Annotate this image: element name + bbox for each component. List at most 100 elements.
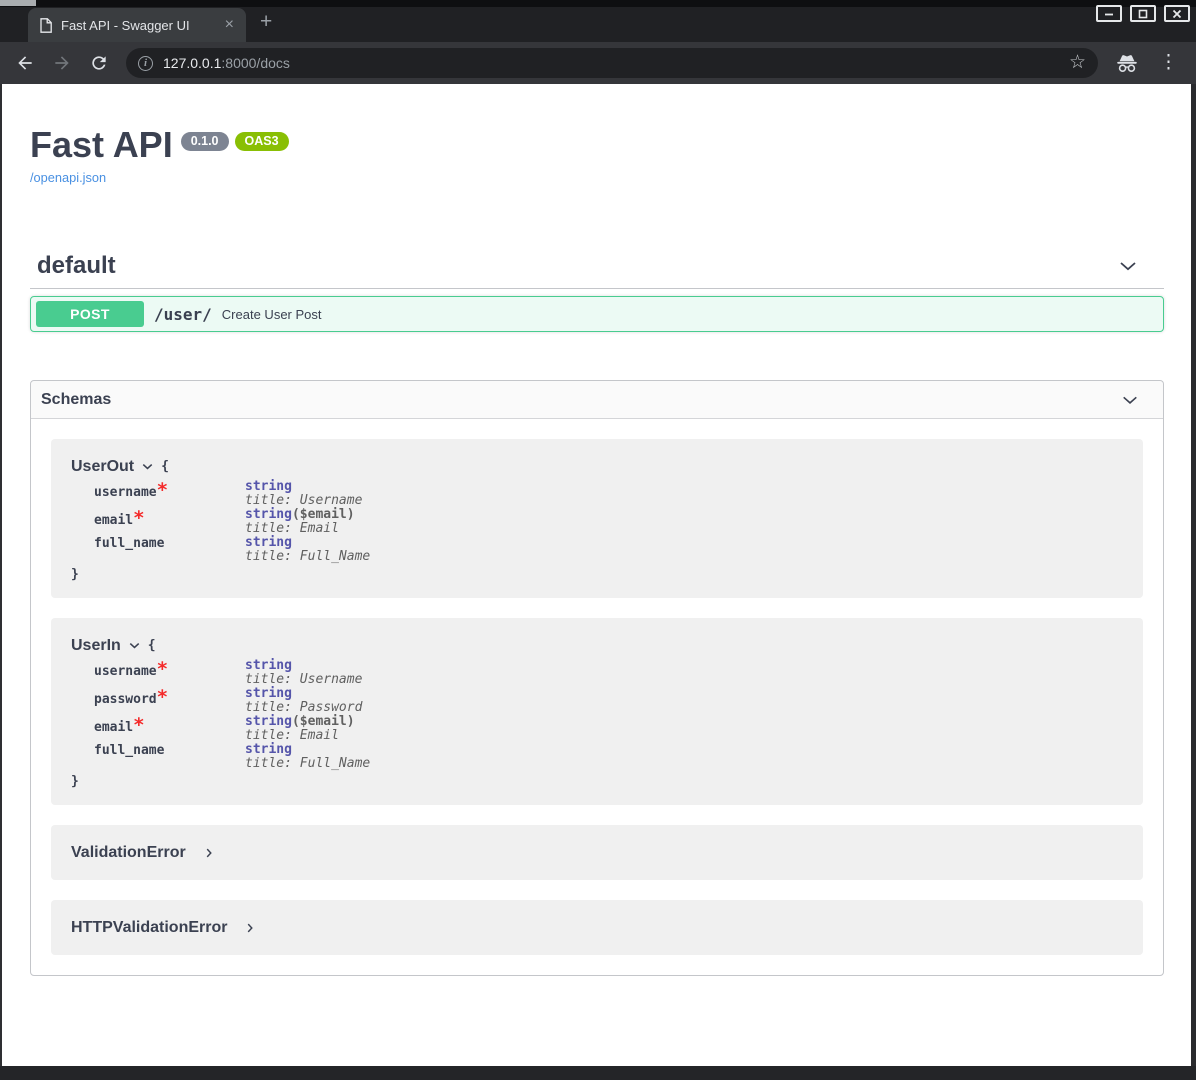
property-title: title: Username: [245, 494, 362, 508]
model-properties: username*stringtitle: Usernamepassword*s…: [71, 657, 1123, 771]
open-brace: {: [161, 459, 169, 474]
tag-label: default: [37, 252, 1118, 280]
model-toggle[interactable]: UserOut {: [71, 455, 1123, 478]
address-bar[interactable]: i 127.0.0.1:8000/docs ☆: [126, 48, 1098, 78]
openapi-spec-link[interactable]: /openapi.json: [30, 170, 106, 185]
schemas-section: Schemas UserOut{username*stringtitle: Us…: [30, 380, 1164, 976]
back-icon[interactable]: [15, 53, 35, 73]
new-tab-button[interactable]: +: [260, 12, 272, 32]
property-row: email*string($email)title: Email: [94, 715, 1123, 743]
model-name: UserIn: [71, 637, 121, 655]
schema-model-userout: UserOut{username*stringtitle: Usernameem…: [51, 439, 1143, 598]
maximize-button[interactable]: [1130, 5, 1156, 22]
property-type: string: [245, 479, 292, 494]
property-title: title: Email: [245, 522, 355, 536]
property-name: full_name: [94, 536, 245, 564]
property-type-line: string($email): [245, 508, 355, 522]
required-star: *: [157, 658, 168, 680]
property-title: title: Password: [245, 701, 362, 715]
window-controls: [1096, 5, 1190, 22]
property-info: stringtitle: Full_Name: [245, 536, 370, 564]
property-row: email*string($email)title: Email: [94, 508, 1123, 536]
oas3-badge: OAS3: [235, 132, 289, 151]
property-type-line: string: [245, 743, 370, 757]
property-row: username*stringtitle: Username: [94, 480, 1123, 508]
window-bottom-edge: [0, 1066, 1196, 1080]
chevron-right-icon: [244, 922, 256, 934]
property-info: stringtitle: Username: [245, 659, 362, 687]
tag-section-default[interactable]: default: [30, 243, 1164, 289]
site-info-icon[interactable]: i: [138, 56, 153, 71]
browser-menu-icon[interactable]: ⋮: [1156, 54, 1181, 72]
swagger-page: Fast API0.1.0OAS3 /openapi.json default …: [0, 84, 1196, 1066]
property-type: string: [245, 658, 292, 673]
property-type: string: [245, 507, 292, 522]
property-title: title: Email: [245, 729, 355, 743]
api-title: Fast API: [30, 124, 173, 165]
required-star: *: [133, 507, 144, 529]
browser-window: Fast API - Swagger UI × + i: [0, 0, 1196, 1080]
property-name: full_name: [94, 743, 245, 771]
operation-path: /user/: [154, 305, 212, 324]
chevron-right-icon: [203, 847, 215, 859]
browser-toolbar: i 127.0.0.1:8000/docs ☆ ⋮: [0, 42, 1196, 84]
model-name: HTTPValidationError: [71, 919, 227, 937]
version-badge: 0.1.0: [181, 132, 229, 151]
property-format: ($email): [292, 507, 355, 522]
property-format: ($email): [292, 714, 355, 729]
schema-model-httpvalidationerror: HTTPValidationError: [51, 900, 1143, 955]
window-top-edge: [0, 0, 1196, 7]
model-toggle[interactable]: UserIn{: [71, 634, 1123, 657]
chevron-down-icon: [141, 460, 154, 473]
property-name: email*: [94, 715, 245, 743]
chevron-down-icon: [1121, 391, 1139, 409]
page-document-icon: [40, 18, 52, 33]
window-right-edge: [1191, 84, 1196, 1066]
close-brace: }: [71, 774, 1123, 789]
tab-close-icon[interactable]: ×: [223, 18, 236, 32]
incognito-icon: [1115, 53, 1139, 73]
property-type-line: string($email): [245, 715, 355, 729]
property-name: username*: [94, 480, 245, 508]
model-name: ValidationError: [71, 844, 186, 862]
property-name: username*: [94, 659, 245, 687]
url-path: :8000/docs: [221, 55, 290, 71]
browser-tab[interactable]: Fast API - Swagger UI ×: [28, 8, 246, 42]
model-toggle[interactable]: ValidationError: [71, 841, 1123, 864]
close-window-button[interactable]: [1164, 5, 1190, 22]
property-type-line: string: [245, 480, 362, 494]
model-toggle[interactable]: HTTPValidationError: [71, 916, 1123, 939]
operation-summary: Create User Post: [222, 307, 322, 322]
property-info: string($email)title: Email: [245, 508, 355, 536]
url-host: 127.0.0.1: [163, 55, 221, 71]
reload-icon[interactable]: [89, 53, 109, 73]
property-type: string: [245, 686, 292, 701]
property-name: password*: [94, 687, 245, 715]
forward-icon[interactable]: [52, 53, 72, 73]
schemas-label: Schemas: [41, 391, 1121, 409]
window-left-edge: [0, 84, 2, 1066]
property-type: string: [245, 742, 292, 757]
schema-model-userin: UserIn{username*stringtitle: Usernamepas…: [51, 618, 1143, 805]
property-type-line: string: [245, 536, 370, 550]
minimize-button[interactable]: [1096, 5, 1122, 22]
model-properties: username*stringtitle: Usernameemail*stri…: [71, 478, 1123, 564]
http-method-badge: POST: [36, 301, 144, 327]
schema-model-validationerror: ValidationError: [51, 825, 1143, 880]
property-info: stringtitle: Username: [245, 480, 362, 508]
window-top-notch: [0, 0, 36, 6]
property-title: title: Full_Name: [245, 757, 370, 771]
property-info: stringtitle: Password: [245, 687, 362, 715]
property-row: full_namestringtitle: Full_Name: [94, 743, 1123, 771]
property-row: password*stringtitle: Password: [94, 687, 1123, 715]
operation-post-user[interactable]: POST /user/ Create User Post: [30, 296, 1164, 332]
schemas-header[interactable]: Schemas: [31, 381, 1163, 419]
model-name: UserOut: [71, 458, 134, 476]
property-info: stringtitle: Full_Name: [245, 743, 370, 771]
bookmark-star-icon[interactable]: ☆: [1069, 54, 1086, 72]
property-type-line: string: [245, 659, 362, 673]
required-star: *: [133, 714, 144, 736]
models-list: UserOut{username*stringtitle: Usernameem…: [31, 419, 1163, 975]
property-type-line: string: [245, 687, 362, 701]
property-name: email*: [94, 508, 245, 536]
